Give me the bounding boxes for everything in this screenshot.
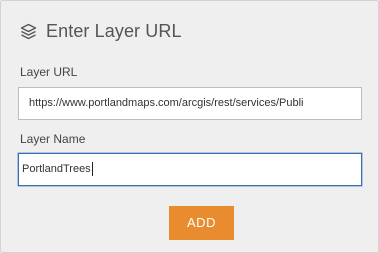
panel-header: Enter Layer URL	[20, 19, 182, 43]
layer-url-input[interactable]: https://www.portlandmaps.com/arcgis/rest…	[18, 87, 362, 120]
text-caret	[91, 162, 93, 177]
panel-title: Enter Layer URL	[46, 20, 182, 41]
layer-name-label: Layer Name	[20, 132, 86, 146]
enter-layer-url-panel: Enter Layer URL Layer URL https://www.po…	[0, 0, 379, 253]
layer-url-value: https://www.portlandmaps.com/arcgis/rest…	[29, 97, 304, 109]
layers-icon	[20, 23, 37, 40]
layer-name-input[interactable]: PortlandTrees	[18, 153, 362, 186]
layer-name-value: PortlandTrees	[22, 163, 91, 175]
add-button[interactable]: ADD	[169, 206, 234, 240]
layer-url-label: Layer URL	[20, 65, 78, 79]
